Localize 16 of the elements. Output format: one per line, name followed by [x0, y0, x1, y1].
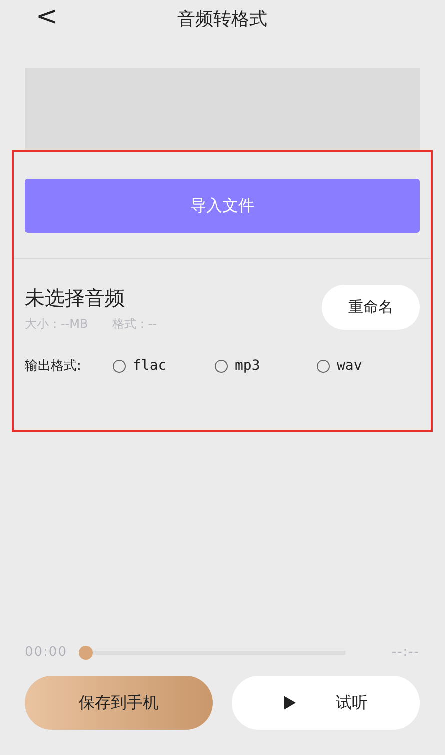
- format-option: flac: [133, 358, 167, 374]
- total-time: --:--: [392, 645, 420, 660]
- save-button[interactable]: 保存到手机: [25, 676, 213, 730]
- radio-button[interactable]: [317, 360, 330, 372]
- back-button[interactable]: <: [30, 2, 64, 32]
- audio-name: 未选择音频: [25, 285, 126, 312]
- listen-button[interactable]: 试听: [232, 676, 420, 730]
- format-option: wav: [337, 358, 362, 374]
- page-title: 音频转格式: [178, 8, 268, 31]
- format-option: mp3: [235, 358, 260, 374]
- output-format-label: 输出格式:: [25, 358, 82, 375]
- radio-button[interactable]: [113, 360, 126, 372]
- play-icon: [284, 696, 296, 710]
- current-time: 00:00: [25, 645, 68, 660]
- radio-button[interactable]: [215, 360, 228, 372]
- rename-button[interactable]: 重命名: [322, 285, 420, 330]
